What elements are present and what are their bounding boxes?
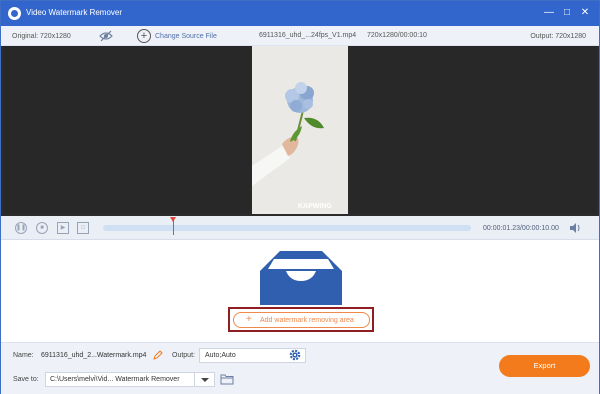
- kapwing-watermark: KAPWING: [298, 203, 332, 210]
- snapshot-icon[interactable]: □: [77, 222, 89, 234]
- minimize-icon[interactable]: —: [541, 5, 557, 21]
- edit-icon[interactable]: [153, 350, 163, 360]
- folder-icon[interactable]: [220, 373, 234, 385]
- preview-right-pane: [350, 46, 597, 214]
- export-button[interactable]: Export: [499, 355, 590, 377]
- add-source-icon[interactable]: +: [137, 29, 151, 43]
- pause-icon[interactable]: ❚❚: [15, 222, 27, 234]
- app-title: Video Watermark Remover: [26, 8, 123, 17]
- timeline-bar: ❚❚ ■ ▶ □ 00:00:01.23/00:00:10.00: [1, 216, 599, 240]
- export-settings-panel: Name: 6911316_uhd_2...Watermark.mp4 Outp…: [1, 342, 599, 394]
- add-area-label: Add watermark removing area: [260, 317, 354, 324]
- stop-icon[interactable]: ■: [36, 222, 48, 234]
- original-resolution: Original: 720x1280: [12, 33, 71, 40]
- output-resolution: Output: 720x1280: [530, 33, 586, 40]
- app-logo-icon: [8, 7, 21, 20]
- gear-icon[interactable]: [289, 349, 301, 361]
- title-bar: Video Watermark Remover — □ ✕: [1, 1, 599, 26]
- inbox-tray-icon: [260, 251, 342, 305]
- save-to-label: Save to:: [13, 376, 39, 383]
- app-window: Video Watermark Remover — □ ✕ Original: …: [0, 0, 600, 394]
- maximize-icon[interactable]: □: [559, 5, 575, 21]
- playback-time: 00:00:01.23/00:00:10.00: [483, 225, 559, 232]
- volume-icon[interactable]: [569, 222, 581, 234]
- timeline-track[interactable]: [103, 225, 471, 231]
- plus-icon: +: [246, 314, 252, 325]
- eye-icon[interactable]: [99, 30, 113, 42]
- save-path-select[interactable]: C:\Users\melvi\Vid... Watermark Remover: [45, 372, 215, 387]
- output-label: Output:: [172, 352, 195, 359]
- info-bar: Original: 720x1280 + Change Source File …: [1, 26, 599, 46]
- chevron-down-icon[interactable]: [194, 373, 214, 386]
- source-file-name: 6911316_uhd_...24fps_V1.mp4: [259, 32, 357, 39]
- video-frame: [252, 46, 348, 214]
- add-watermark-removing-area-button[interactable]: + Add watermark removing area: [233, 312, 370, 328]
- close-icon[interactable]: ✕: [577, 5, 593, 21]
- change-source-file-button[interactable]: Change Source File: [155, 33, 217, 40]
- playhead-handle[interactable]: [170, 217, 176, 222]
- preview-left-pane: [4, 46, 251, 214]
- output-file-name: 6911316_uhd_2...Watermark.mp4: [41, 352, 147, 359]
- video-preview: [1, 46, 599, 216]
- hydrangea-image: [252, 46, 348, 214]
- save-path-value: C:\Users\melvi\Vid... Watermark Remover: [50, 376, 180, 383]
- output-format-value: Auto;Auto: [205, 352, 236, 359]
- playhead-line: [173, 220, 174, 235]
- name-label: Name:: [13, 352, 34, 359]
- source-file-meta: 720x1280/00:00:10: [367, 32, 427, 39]
- next-frame-icon[interactable]: ▶: [57, 222, 69, 234]
